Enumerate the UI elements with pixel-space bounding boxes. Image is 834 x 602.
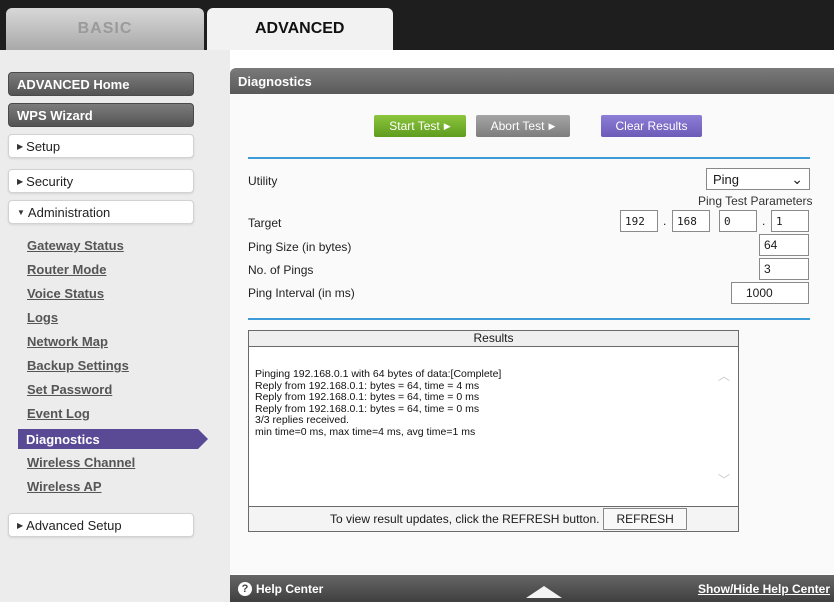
refresh-note: To view result updates, click the REFRES… [330,512,600,526]
help-expand-arrow-icon[interactable] [526,586,562,598]
collapse-arrow-icon: ▼ [17,207,25,217]
tab-basic[interactable]: BASIC [6,8,204,50]
sidebar-item-label: Advanced Setup [26,517,122,533]
sidebar-item-advanced-setup[interactable]: ▶ Advanced Setup [8,513,194,537]
num-pings-label: No. of Pings [248,263,314,277]
sidebar-item-wps-wizard[interactable]: WPS Wizard [8,103,194,127]
help-question-icon: ? [238,581,252,596]
refresh-row: To view result updates, click the REFRES… [248,506,739,532]
sidebar-item-wireless-channel[interactable]: Wireless Channel [27,455,135,470]
sidebar-item-network-map[interactable]: Network Map [27,334,108,349]
divider [248,157,810,159]
sidebar-item-backup-settings[interactable]: Backup Settings [27,358,129,373]
sidebar-item-label: Administration [27,204,111,220]
sidebar-item-set-password[interactable]: Set Password [27,382,112,397]
sidebar-item-router-mode[interactable]: Router Mode [27,262,106,277]
start-test-button[interactable]: Start Test ▶ [374,115,466,137]
target-ip-octet-4[interactable]: 1 [771,210,809,232]
target-ip-octet-2[interactable]: 168 [672,210,710,232]
scroll-down-icon[interactable]: ﹀ [718,471,730,488]
play-arrow-icon: ▶ [443,120,451,131]
ping-interval-label: Ping Interval (in ms) [248,286,355,300]
abort-test-button[interactable]: Abort Test ▶ [476,115,570,137]
utility-label: Utility [248,174,278,188]
ip-separator: . [762,214,766,228]
ping-size-label: Ping Size (in bytes) [248,240,352,254]
sidebar-item-diagnostics[interactable]: Diagnostics [18,429,208,449]
sidebar-item-event-log[interactable]: Event Log [27,406,90,421]
sidebar-item-gateway-status[interactable]: Gateway Status [27,238,124,253]
sidebar-item-wireless-ap[interactable]: Wireless AP [27,479,102,494]
divider [248,318,810,320]
ping-size-input[interactable]: 64 [759,234,809,256]
scroll-up-icon[interactable]: ︿ [718,367,730,384]
sidebar-item-administration[interactable]: ▼ Administration [8,200,194,224]
clear-results-button[interactable]: Clear Results [601,115,702,137]
help-center-label[interactable]: Help Center [256,582,323,596]
utility-select[interactable]: Ping ⌄ [706,168,810,190]
ping-interval-input[interactable]: 1000 [731,282,809,304]
start-test-label: Start Test [389,119,440,133]
show-hide-help-link[interactable]: Show/Hide Help Center [698,582,830,596]
results-title: Results [249,331,738,347]
top-tab-bar: BASIC ADVANCED [0,0,834,50]
results-box: Results Pinging 192.168.0.1 with 64 byte… [248,330,739,532]
abort-test-label: Abort Test [490,119,545,133]
sidebar-item-logs[interactable]: Logs [27,310,58,325]
refresh-button[interactable]: REFRESH [603,508,687,530]
target-ip-octet-3[interactable]: 0 [719,210,757,232]
tab-advanced[interactable]: ADVANCED [207,8,393,50]
expand-arrow-icon: ▶ [17,176,24,186]
sidebar-item-setup[interactable]: ▶ Setup [8,134,194,158]
sidebar-item-voice-status[interactable]: Voice Status [27,286,104,301]
target-label: Target [248,216,282,230]
ping-params-heading: Ping Test Parameters [698,194,813,208]
sidebar-item-advanced-home[interactable]: ADVANCED Home [8,72,194,96]
ip-separator: . [663,214,667,228]
page-title: Diagnostics [230,68,834,94]
play-arrow-icon: ▶ [548,120,556,131]
utility-select-value: Ping [713,171,740,187]
sidebar-item-label: Security [26,173,74,189]
num-pings-input[interactable]: 3 [759,258,809,280]
chevron-down-icon: ⌄ [791,171,803,187]
target-ip-octet-1[interactable]: 192 [620,210,658,232]
results-output: Pinging 192.168.0.1 with 64 bytes of dat… [255,368,502,438]
expand-arrow-icon: ▶ [17,141,24,151]
expand-arrow-icon: ▶ [17,520,24,530]
sidebar-item-label: Setup [26,138,61,154]
help-center-bar: ? Help Center Show/Hide Help Center [230,575,834,602]
sidebar-item-security[interactable]: ▶ Security [8,169,194,193]
